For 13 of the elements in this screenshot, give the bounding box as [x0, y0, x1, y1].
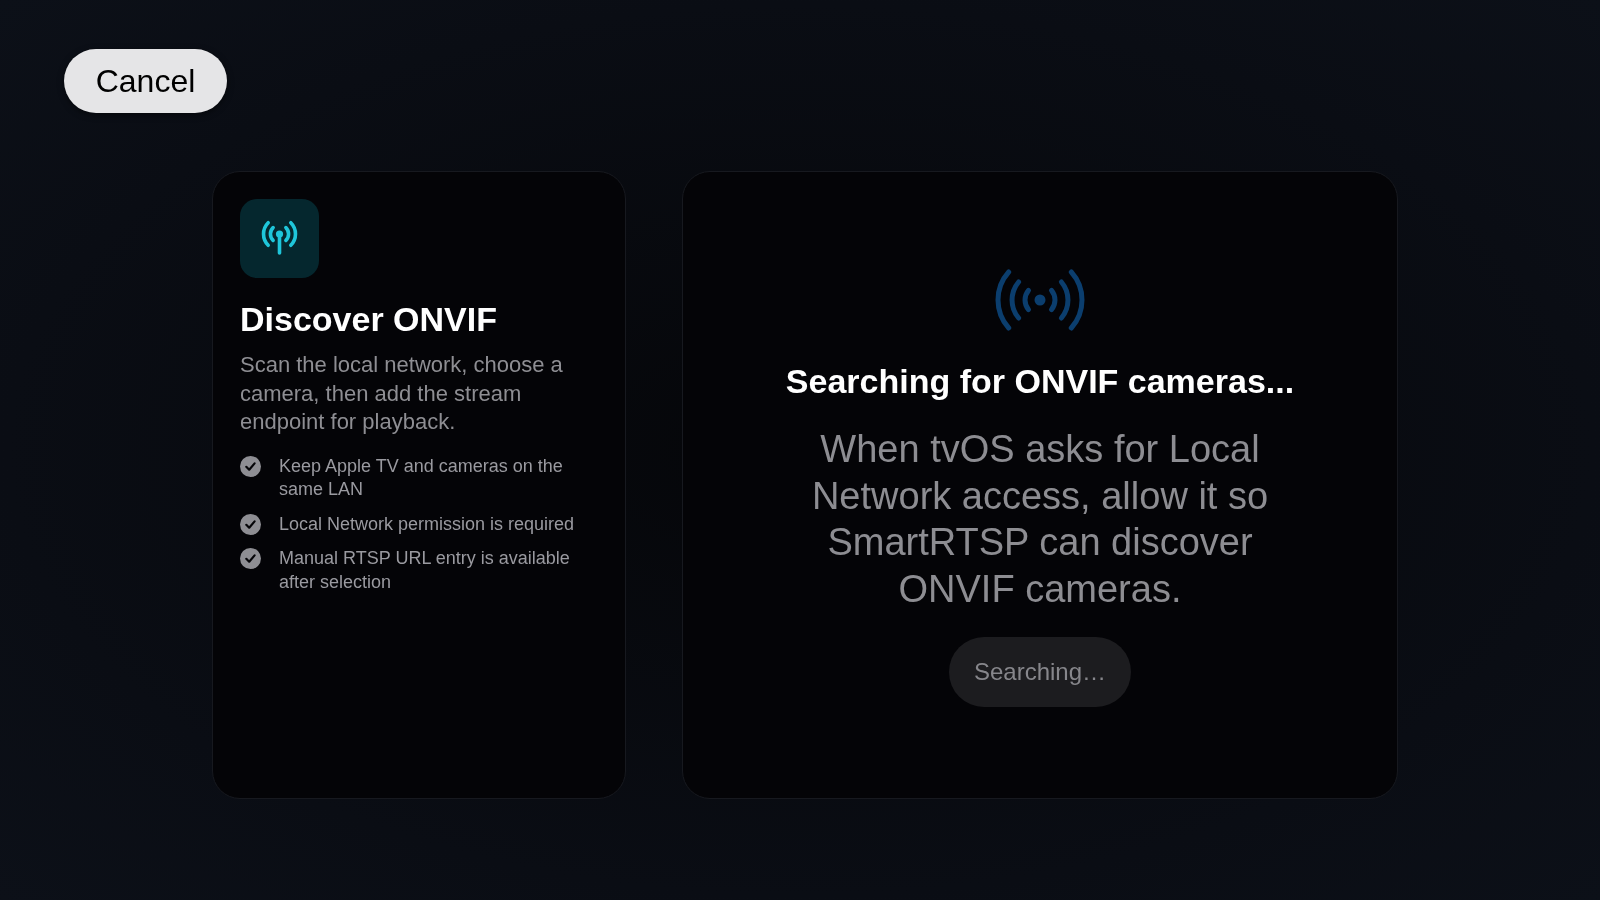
- search-heading: Searching for ONVIF cameras...: [785, 361, 1295, 402]
- cancel-button[interactable]: Cancel: [64, 49, 227, 113]
- search-message: When tvOS asks for Local Network access, allow it so SmartRTSP can discover ONVIF cameras.: [810, 427, 1270, 612]
- check-icon: [240, 548, 261, 569]
- check-icon: [240, 513, 261, 535]
- checklist-item: Local Network permission is required: [279, 512, 576, 536]
- card-title: Discover ONVIF: [240, 299, 498, 340]
- checklist-item: Keep Apple TV and cameras on the same LAN: [279, 454, 564, 501]
- card-description: Scan the local network, choose a camera, then add the stream endpoint for playback.: [240, 351, 564, 436]
- check-icon: [240, 455, 261, 477]
- antenna-icon: [240, 199, 319, 278]
- checklist-item: Manual RTSP URL entry is available after selection: [279, 547, 571, 594]
- broadcast-icon: [995, 269, 1085, 331]
